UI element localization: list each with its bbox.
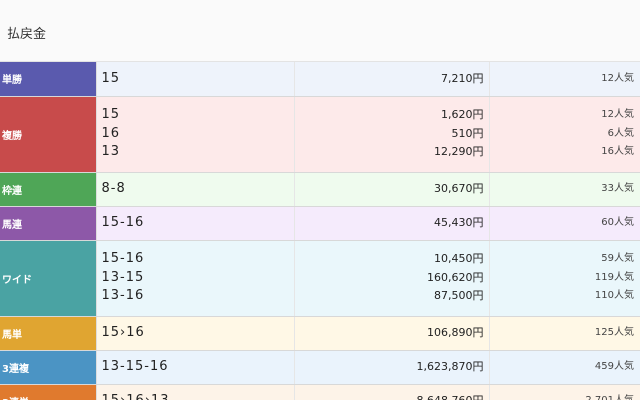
popularity-cell: 125人気: [488, 316, 640, 351]
payout-row: 馬連 15-16 45,430円 60人気: [0, 206, 640, 241]
combination-cell: 13-15-16: [95, 350, 294, 385]
popularity: 12人気: [601, 72, 634, 84]
combination: 16: [101, 125, 121, 141]
payout-table: 単勝 15 7,210円 12人気 複勝 15 16 13 1,620円 510円 12,290円 1…: [0, 62, 640, 400]
popularity: 459人気: [594, 360, 634, 372]
combination: 13: [101, 144, 121, 160]
popularity-cell: 59人気 119人気 110人気: [488, 240, 640, 317]
payout-amount: 87,500円: [434, 289, 484, 303]
combination-cell: 15›16›13: [95, 384, 294, 400]
combination-cell: 15 16 13: [95, 96, 294, 173]
payout-amount: 1,623,870円: [416, 359, 484, 373]
combination-cell: 15: [95, 62, 294, 97]
payout-amount-cell: 1,623,870円: [293, 350, 489, 385]
combination: 15-16: [101, 251, 145, 267]
payout-row: 3連複 13-15-16 1,623,870円 459人気: [0, 350, 640, 385]
popularity-cell: 60人気: [488, 206, 640, 241]
combination: 13-15-16: [101, 358, 169, 374]
bet-type-label: 3連単: [0, 384, 96, 400]
payout-panel: 払戻金 単勝 15 7,210円 12人気 複勝 15 16 13 1,620円 510円 12,2…: [0, 0, 640, 400]
combination: 8-8: [101, 180, 126, 196]
payout-amount: 10,450円: [434, 252, 484, 266]
combination: 15-16: [101, 214, 145, 230]
popularity-cell: 2,701人気: [488, 384, 640, 400]
combination-cell: 15-16 13-15 13-16: [95, 240, 294, 317]
bet-type-label: 3連複: [0, 350, 96, 385]
combination: 13-16: [101, 288, 145, 304]
popularity-cell: 12人気: [488, 62, 640, 97]
combination-cell: 15›16: [95, 316, 294, 351]
bet-type-label: 馬連: [0, 206, 96, 241]
bet-type-label: ワイド: [0, 240, 96, 317]
payout-amount: 106,890円: [427, 325, 484, 339]
popularity: 59人気: [601, 253, 634, 265]
popularity: 2,701人気: [490, 392, 634, 400]
payout-amount: 12,290円: [434, 145, 484, 159]
combination: 15›16: [101, 324, 145, 340]
popularity: 12人気: [601, 109, 634, 121]
bet-type-label: 単勝: [0, 62, 96, 97]
payout-amount-cell: 1,620円 510円 12,290円: [293, 96, 489, 173]
bet-type-label: 枠連: [0, 172, 96, 207]
payout-amount-cell: 8,648,760円: [293, 384, 489, 400]
combination: 15: [101, 70, 121, 86]
popularity-cell: 459人気: [488, 350, 640, 385]
popularity-cell: 33人気: [488, 172, 640, 207]
combination: 15›16›13: [102, 392, 294, 400]
popularity: 33人気: [601, 182, 634, 194]
bet-type-label: 複勝: [0, 96, 96, 173]
payout-amount-cell: 106,890円: [293, 316, 489, 351]
payout-row: 枠連 8-8 30,670円 33人気: [0, 172, 640, 207]
payout-amount: 510円: [451, 126, 484, 140]
payout-row: 単勝 15 7,210円 12人気: [0, 62, 640, 97]
combination: 15: [101, 107, 121, 123]
payout-row: 馬単 15›16 106,890円 125人気: [0, 316, 640, 351]
popularity: 6人気: [607, 127, 634, 139]
bet-type-label: 馬単: [0, 316, 96, 351]
combination-cell: 8-8: [95, 172, 294, 207]
payout-row: ワイド 15-16 13-15 13-16 10,450円 160,620円 87,500円…: [0, 240, 640, 317]
payout-amount: 7,210円: [441, 71, 484, 85]
payout-row: 3連単 15›16›138,648,760円 2,701人気: [0, 384, 640, 400]
payout-amount: 1,620円: [441, 108, 484, 122]
popularity: 119人気: [594, 271, 634, 283]
popularity: 16人気: [601, 146, 634, 158]
payout-amount-cell: 7,210円: [293, 62, 489, 97]
popularity: 125人気: [594, 326, 634, 338]
section-title: 払戻金: [0, 0, 640, 62]
payout-amount: 160,620円: [427, 270, 484, 284]
popularity-cell: 12人気 6人気 16人気: [488, 96, 640, 173]
combination-cell: 15-16: [95, 206, 294, 241]
payout-amount: 30,670円: [434, 181, 484, 195]
popularity: 60人気: [601, 216, 634, 228]
payout-amount-cell: 10,450円 160,620円 87,500円: [293, 240, 489, 317]
combination: 13-15: [101, 269, 145, 285]
payout-amount-cell: 45,430円: [293, 206, 489, 241]
payout-amount: 45,430円: [434, 215, 484, 229]
payout-amount: 8,648,760円: [295, 392, 484, 400]
popularity: 110人気: [594, 290, 634, 302]
payout-amount-cell: 30,670円: [293, 172, 489, 207]
payout-row: 複勝 15 16 13 1,620円 510円 12,290円 12人気 6人気 16人気: [0, 96, 640, 173]
